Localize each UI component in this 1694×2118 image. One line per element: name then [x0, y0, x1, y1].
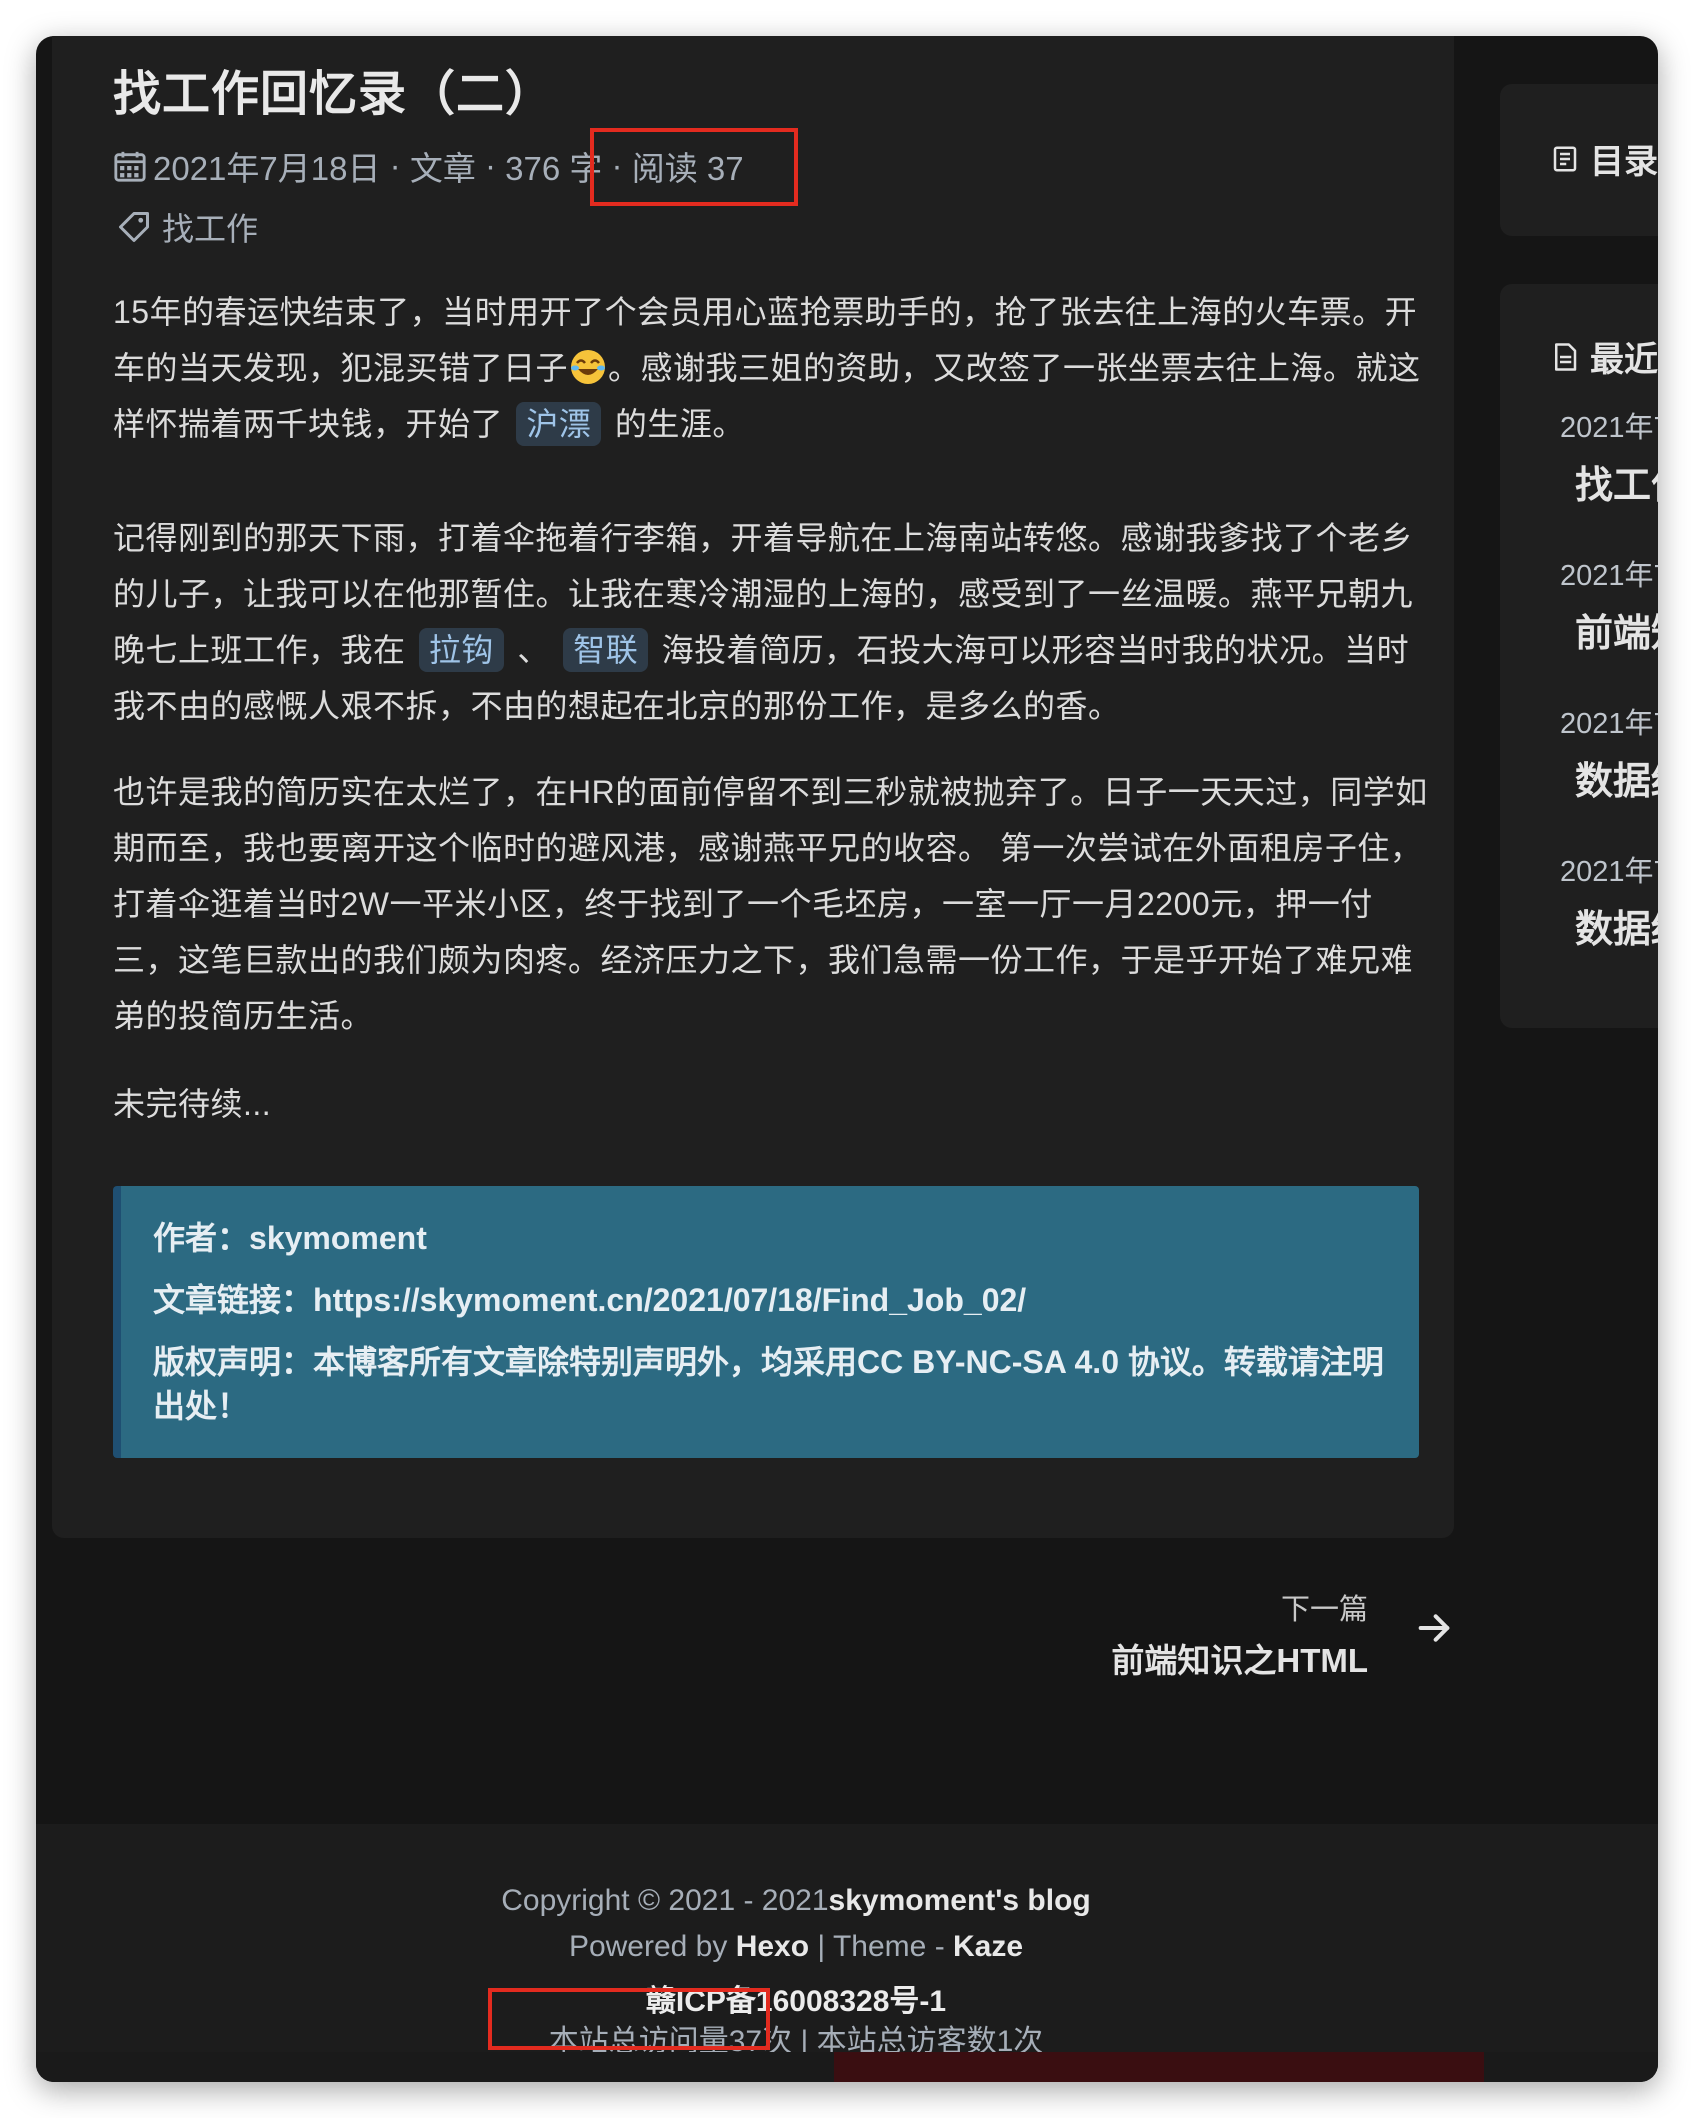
site-footer: Copyright © 2021 - 2021skymoment's blog … [36, 1824, 1658, 2082]
highlight-term: 拉钩 [418, 628, 504, 672]
recent-post-date: 2021年7 [1560, 412, 1658, 444]
article-title: 找工作回忆录（二） [113, 68, 555, 121]
recent-post-date: 2021年7 [1560, 708, 1658, 740]
next-post-link[interactable]: 下一篇 前端知识之HTML [1111, 1586, 1368, 1682]
recent-post-link[interactable]: 前端知 [1575, 602, 1658, 657]
paragraph-text: 、 [517, 632, 550, 668]
footer-powered-by: Powered by Hexo | Theme - Kaze [568, 1930, 1024, 1963]
toc-label: 目录 [1590, 143, 1658, 181]
recent-post-link[interactable]: 找工作 [1575, 454, 1658, 509]
browser-window: 找工作回忆录（二） 2021年7月18日 · 文章 · 376 字 · 阅读 3… [36, 36, 1658, 2082]
copyright-notice: 作者：skymoment 文章链接：https://skymoment.cn/2… [113, 1186, 1419, 1458]
bottom-strip [36, 2052, 1658, 2082]
kaze-theme-link[interactable]: Kaze [953, 1930, 1023, 1963]
paragraph-text: 的生涯。 [614, 406, 745, 442]
permalink-row: 文章链接：https://skymoment.cn/2021/07/18/Fin… [153, 1282, 1027, 1318]
tag-icon [119, 212, 149, 242]
paragraph-4: 未完待续... [113, 1086, 272, 1122]
hexo-link[interactable]: Hexo [736, 1930, 809, 1963]
recent-post-date: 2021年7 [1560, 560, 1658, 592]
arrow-right-icon[interactable] [1414, 1608, 1454, 1648]
paragraph-3: 也许是我的简历实在太烂了，在HR的面前停留不到三秒就被抛弃了。日子一天天过，同学… [113, 774, 1428, 1034]
post-date: 2021年7月18日 [153, 150, 381, 187]
author-row: 作者：skymoment [153, 1220, 427, 1256]
article-meta: 2021年7月18日 · 文章 · 376 字 · 阅读 37 [113, 144, 744, 188]
recent-post-date: 2021年7 [1560, 856, 1658, 888]
highlight-term: 沪漂 [516, 402, 602, 446]
toc-widget: 目录 [1500, 84, 1658, 236]
author-name: skymoment [249, 1220, 427, 1256]
list-icon [1553, 146, 1577, 171]
recent-post-link[interactable]: 数据结 [1575, 750, 1658, 805]
next-post-label: 下一篇 [1280, 1594, 1368, 1626]
next-post-title: 前端知识之HTML [1111, 1642, 1368, 1679]
paragraph-1: 15年的春运快结束了，当时用开了个会员用心蓝抢票助手的，抢了张去往上海的火车票。… [113, 284, 1433, 452]
recent-posts-heading: 最近文 [1550, 332, 1658, 381]
meta-separator: · [380, 147, 410, 184]
calendar-icon [114, 151, 146, 182]
tag-link[interactable]: 找工作 [162, 204, 258, 250]
permalink-link[interactable]: https://skymoment.cn/2021/07/18/Find_Job… [313, 1282, 1026, 1318]
highlight-term: 智联 [563, 628, 649, 672]
laughing-emoji-icon [571, 350, 606, 384]
recent-posts-widget: 最近文 2021年7 找工作 2021年7 前端知 2021年7 数据结 202… [1500, 284, 1658, 1028]
icp-link[interactable]: 赣ICP备16008328号-1 [36, 1976, 1556, 2020]
toc-toggle[interactable]: 目录 [1550, 134, 1658, 183]
blog-name-link[interactable]: skymoment's blog [829, 1884, 1091, 1917]
document-icon [1555, 342, 1577, 371]
word-count: 376 字 [505, 150, 603, 187]
meta-separator: · [475, 147, 506, 184]
recent-post-link[interactable]: 数据结 [1575, 898, 1658, 953]
paragraph-2: 记得刚到的那天下雨，打着伞拖着行李箱，开着导航在上海南站转悠。感谢我爹找了个老乡… [113, 510, 1433, 734]
post-tags: 找工作 [116, 204, 258, 250]
article-card: 找工作回忆录（二） 2021年7月18日 · 文章 · 376 字 · 阅读 3… [52, 36, 1454, 1538]
bottom-bar-decoration [834, 2052, 1484, 2082]
read-count: 阅读 37 [631, 150, 744, 187]
footer-copyright: Copyright © 2021 - 2021skymoment's blog [501, 1884, 1091, 1917]
meta-separator: · [602, 147, 632, 184]
post-category-link[interactable]: 文章 [410, 142, 476, 190]
license-text: 本博客所有文章除特别声明外，均采用CC BY-NC-SA 4.0 协议。转载请注… [153, 1344, 1384, 1424]
license-row: 版权声明：本博客所有文章除特别声明外，均采用CC BY-NC-SA 4.0 协议… [153, 1344, 1384, 1424]
